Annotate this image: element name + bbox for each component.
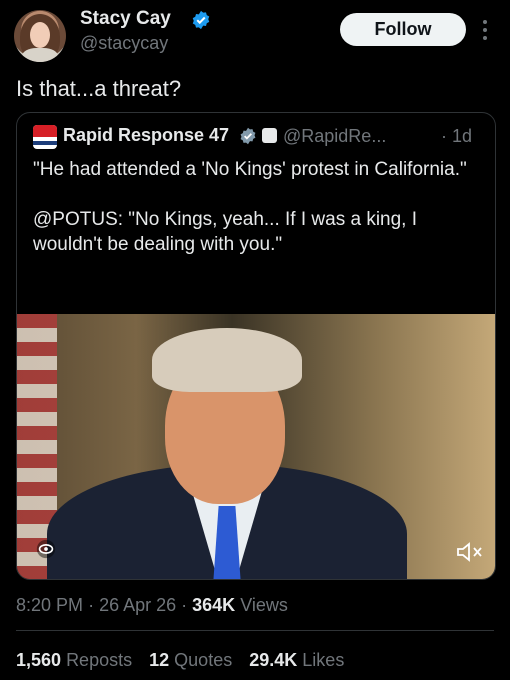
quoted-author-name[interactable]: Rapid Response 47 bbox=[63, 125, 229, 146]
quoted-paragraph-1: "He had attended a 'No Kings' protest in… bbox=[33, 159, 467, 180]
separator: · bbox=[181, 595, 193, 615]
engagement-stats: 1,560 Reposts 12 Quotes 29.4K Likes bbox=[16, 650, 356, 671]
reposts-count: 1,560 bbox=[16, 650, 62, 670]
quoted-author-avatar[interactable] bbox=[33, 125, 57, 149]
reposts-stat[interactable]: 1,560 Reposts bbox=[16, 650, 137, 670]
divider bbox=[16, 630, 494, 631]
quoted-tweet[interactable]: Rapid Response 47 @RapidRe... · 1d "He h… bbox=[16, 112, 496, 580]
tweet-text: Is that...a threat? bbox=[16, 76, 182, 101]
quotes-stat[interactable]: 12 Quotes bbox=[149, 650, 237, 670]
reposts-label: Reposts bbox=[66, 650, 133, 670]
tweet-meta: 8:20 PM · 26 Apr 26 · 364K Views bbox=[16, 595, 288, 616]
quoted-paragraph-2: @POTUS: "No Kings, yeah... If I was a ki… bbox=[33, 209, 418, 255]
quoted-timestamp[interactable]: · 1d bbox=[441, 126, 472, 147]
author-name[interactable]: Stacy Cay bbox=[80, 8, 171, 30]
quoted-author-handle[interactable]: @RapidRe... bbox=[283, 126, 386, 147]
likes-label: Likes bbox=[302, 650, 345, 670]
quoted-video[interactable] bbox=[17, 314, 495, 579]
author-handle[interactable]: @stacycay bbox=[80, 33, 168, 54]
quotes-count: 12 bbox=[149, 650, 170, 670]
alt-text-eye-icon[interactable] bbox=[35, 538, 57, 560]
hair bbox=[152, 328, 302, 392]
likes-count: 29.4K bbox=[249, 650, 298, 670]
author-avatar[interactable] bbox=[14, 10, 66, 62]
follow-button[interactable]: Follow bbox=[340, 13, 466, 46]
org-badge-icon bbox=[262, 128, 277, 143]
quoted-text: "He had attended a 'No Kings' protest in… bbox=[33, 157, 483, 282]
tweet-time[interactable]: 8:20 PM bbox=[16, 595, 83, 615]
separator: · bbox=[88, 595, 100, 615]
verified-badge-icon bbox=[192, 10, 210, 30]
views-count: 364K bbox=[192, 595, 236, 615]
tweet-header: Stacy Cay @stacycay Follow bbox=[0, 0, 510, 70]
mute-icon[interactable] bbox=[455, 540, 485, 564]
more-options-icon[interactable] bbox=[478, 18, 492, 42]
verified-badge-icon bbox=[240, 127, 256, 145]
tweet-date[interactable]: 26 Apr 26 bbox=[99, 595, 176, 615]
likes-stat[interactable]: 29.4K Likes bbox=[249, 650, 344, 670]
quotes-label: Quotes bbox=[174, 650, 233, 670]
views-label: Views bbox=[240, 595, 288, 615]
